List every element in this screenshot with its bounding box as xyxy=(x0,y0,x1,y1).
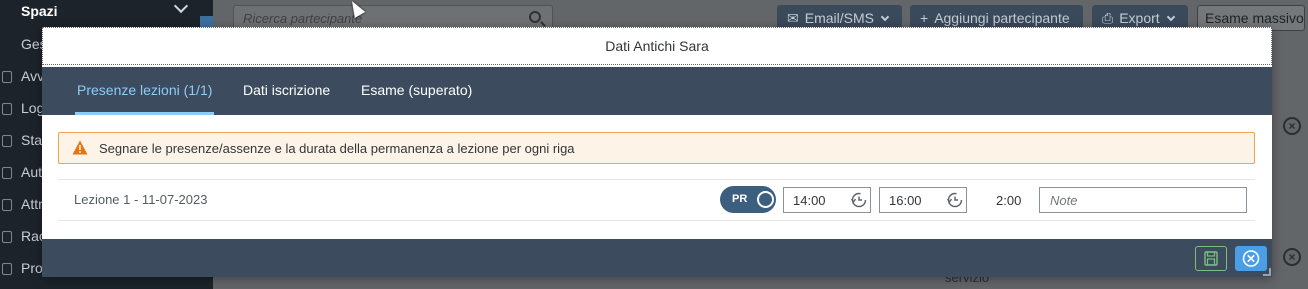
sidebar-item-label: Log xyxy=(21,100,45,116)
end-time-field[interactable]: 16:00 xyxy=(879,187,967,213)
dialog-header: Dati Antichi Sara xyxy=(42,27,1272,65)
chevron-down-icon xyxy=(880,12,890,22)
save-button[interactable] xyxy=(1195,246,1227,271)
menu-icon xyxy=(2,231,12,243)
export-label: Export xyxy=(1119,10,1160,26)
warning-triangle-icon xyxy=(72,140,88,155)
bulk-exam-label: Esame massivo xyxy=(1205,10,1304,26)
participant-dialog: Dati Antichi Sara Presenze lezioni (1/1)… xyxy=(42,27,1272,277)
end-time-value: 16:00 xyxy=(889,193,922,208)
close-icon[interactable]: × xyxy=(1283,117,1301,135)
dialog-footer xyxy=(42,239,1272,277)
lesson-row: Lezione 1 - 11-07-2023 PR 14:00 16:00 2:… xyxy=(58,179,1255,221)
lesson-label: Lezione 1 - 11-07-2023 xyxy=(74,192,208,207)
search-placeholder: Ricerca partecipante xyxy=(243,11,363,26)
close-icon[interactable]: × xyxy=(1283,248,1301,266)
start-time-field[interactable]: 14:00 xyxy=(783,187,871,213)
floppy-disk-icon xyxy=(1204,251,1218,266)
sidebar-item-label: Attr xyxy=(21,196,43,212)
sidebar-item-label: Sta xyxy=(21,132,43,148)
menu-icon xyxy=(2,167,12,179)
menu-icon xyxy=(2,135,12,147)
duration-value: 2:00 xyxy=(996,193,1022,208)
add-participant-label: Aggiungi partecipante xyxy=(934,10,1070,26)
dialog-title: Dati Antichi Sara xyxy=(605,38,709,54)
warning-message: Segnare le presenze/assenze e la durata … xyxy=(58,132,1255,164)
menu-icon xyxy=(2,263,12,275)
sidebar-item-label: Avv xyxy=(21,68,45,84)
chevron-down-icon xyxy=(1166,12,1175,22)
note-input[interactable] xyxy=(1039,187,1247,213)
warning-text: Segnare le presenze/assenze e la durata … xyxy=(99,141,575,156)
menu-icon xyxy=(2,71,12,83)
email-sms-label: Email/SMS xyxy=(804,10,874,26)
menu-icon xyxy=(2,199,12,211)
clock-history-icon[interactable] xyxy=(848,188,870,212)
sidebar-item-label: Aut xyxy=(21,164,43,180)
switch-knob xyxy=(757,191,774,208)
sidebar-item-label: Spazi xyxy=(21,3,58,19)
menu-icon xyxy=(2,103,12,115)
dialog-content: Segnare le presenze/assenze e la durata … xyxy=(42,115,1272,239)
clock-history-icon[interactable] xyxy=(944,188,966,212)
resize-handle[interactable] xyxy=(1263,268,1271,276)
presence-switch-label: PR xyxy=(732,193,748,205)
chevron-down-icon xyxy=(173,0,189,14)
tab-presenze-lezioni[interactable]: Presenze lezioni (1/1) xyxy=(77,82,212,98)
tab-esame[interactable]: Esame (superato) xyxy=(361,82,472,98)
dialog-tabbar: Presenze lezioni (1/1) Dati iscrizione E… xyxy=(42,67,1272,115)
presence-switch[interactable]: PR xyxy=(720,186,776,213)
search-icon[interactable] xyxy=(529,11,541,23)
start-time-value: 14:00 xyxy=(793,193,826,208)
sidebar-item-spazi[interactable]: Spazi xyxy=(0,0,213,28)
sidebar-item-label: Pro xyxy=(21,260,43,276)
tab-dati-iscrizione[interactable]: Dati iscrizione xyxy=(243,82,330,98)
